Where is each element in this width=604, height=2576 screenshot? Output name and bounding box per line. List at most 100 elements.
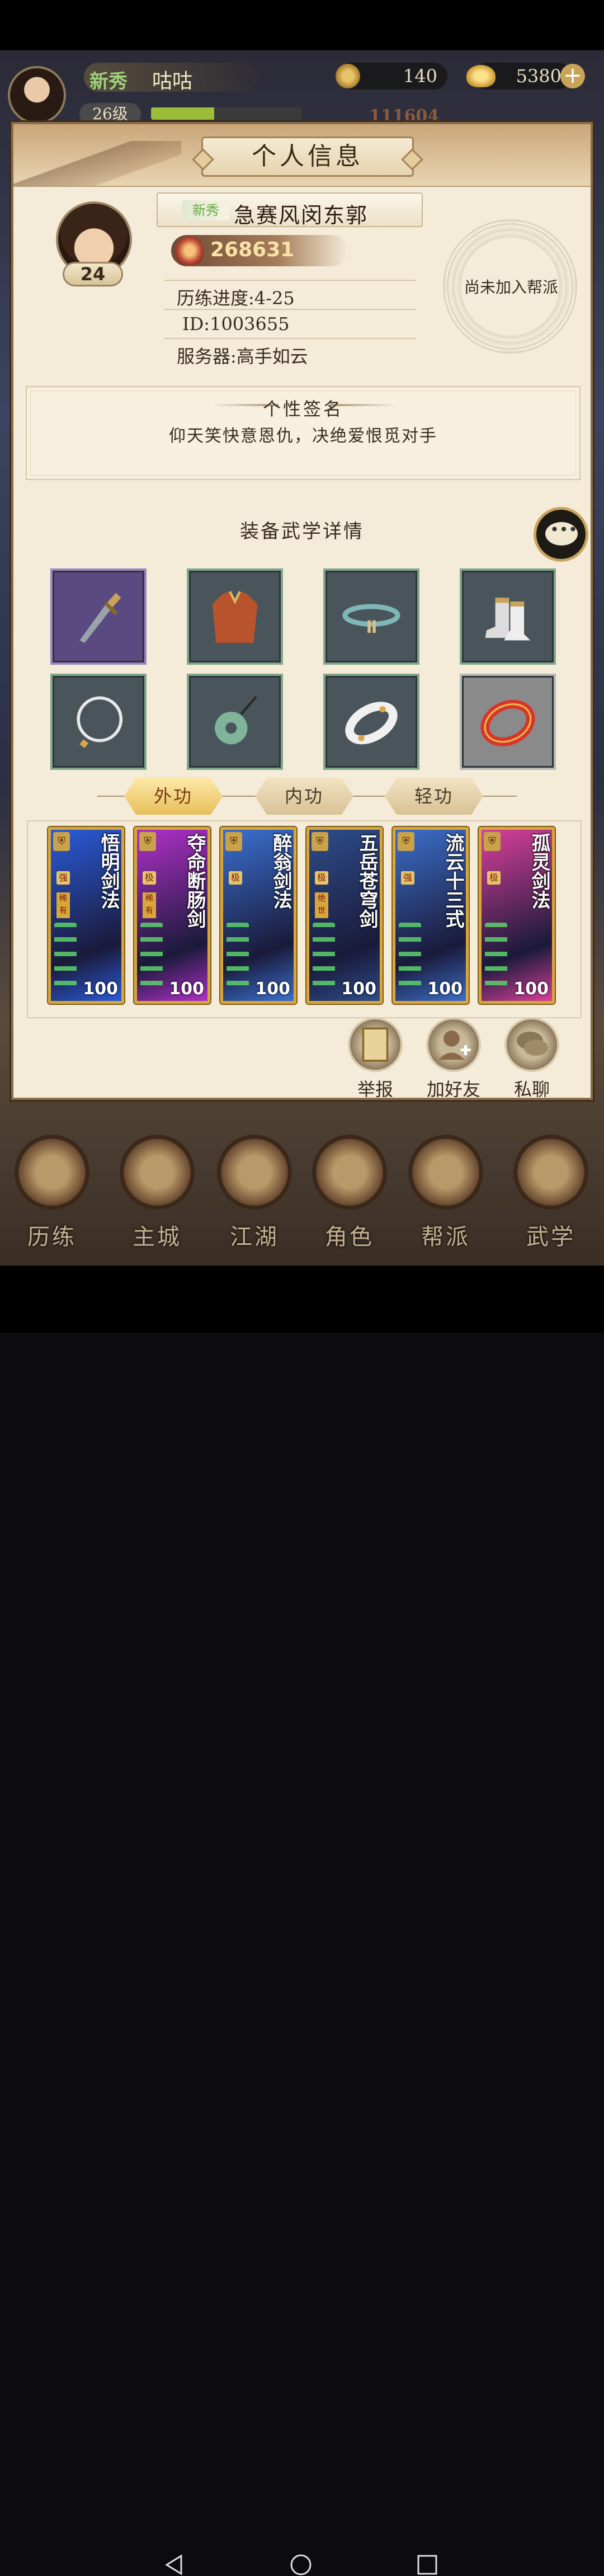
- equip-slot-boots[interactable]: [460, 568, 556, 665]
- tab-outer-skill[interactable]: 外功: [124, 778, 223, 815]
- skill-card[interactable]: ⛨ 悟明剑法强稀有 100: [48, 827, 124, 1004]
- signature-text: 仰天笑快意恩仇，决绝爱恨觅对手: [169, 426, 437, 446]
- nav-guild[interactable]: 帮派: [398, 1135, 493, 1250]
- mountain-decoration: [13, 141, 181, 186]
- private-chat-button[interactable]: [504, 1017, 559, 1072]
- nav-martial-arts[interactable]: 武学: [503, 1135, 598, 1250]
- guild-status: 尚未加入帮派: [464, 278, 558, 297]
- combat-power-value: 268631: [210, 238, 295, 261]
- back-icon[interactable]: [163, 2554, 186, 2576]
- skill-card[interactable]: ⛨ 醉翁剑法极 100: [220, 827, 296, 1004]
- skill-emblem-icon: ⛨: [139, 832, 156, 851]
- skill-grade: 极: [229, 871, 242, 885]
- red-ring-icon: [480, 699, 535, 746]
- sword-fish-icon: [217, 1135, 292, 1210]
- divider: [164, 309, 416, 310]
- skill-emblem-icon: ⛨: [225, 832, 242, 851]
- player-avatar[interactable]: [8, 66, 66, 124]
- skill-grade: 强: [56, 871, 70, 885]
- nav-training[interactable]: 历练: [4, 1135, 100, 1250]
- recents-icon[interactable]: [416, 2554, 438, 2576]
- skill-name: 五岳苍穹剑: [356, 833, 378, 928]
- skill-name: 流云十三式: [442, 833, 464, 928]
- skill-rarity-tag: 绝世: [315, 892, 328, 918]
- equip-slot-pendant[interactable]: [187, 674, 283, 770]
- signature-title: 个性签名: [262, 398, 343, 420]
- rank-badge: 新秀: [182, 200, 229, 220]
- city-gate-icon: [120, 1135, 195, 1210]
- dagger-icon: [79, 593, 121, 643]
- skill-grade: 极: [487, 871, 501, 885]
- tab-movement-skill[interactable]: 轻功: [385, 778, 483, 815]
- character-icon: [312, 1135, 387, 1210]
- panel-title: 个人信息: [201, 137, 414, 177]
- nav-label: 历练: [27, 1224, 77, 1250]
- equip-slot-bracelet[interactable]: [323, 674, 419, 770]
- report-button[interactable]: [348, 1017, 403, 1072]
- equip-slot-armor[interactable]: [187, 568, 283, 665]
- nav-jianghu[interactable]: 江湖: [207, 1135, 302, 1250]
- combat-power: 268631: [171, 235, 348, 266]
- panel-header: 个人信息: [13, 124, 591, 187]
- tab-inner-skill[interactable]: 内功: [255, 778, 353, 815]
- coin-value: 140: [403, 65, 437, 87]
- skill-level: 100: [427, 979, 463, 999]
- skill-card[interactable]: ⛨ 流云十三式 强 100: [393, 827, 469, 1004]
- skill-emblem-icon: ⛨: [312, 832, 328, 851]
- home-icon[interactable]: [290, 2554, 312, 2576]
- status-bar: [0, 0, 604, 50]
- power-icon: [176, 236, 204, 265]
- skill-emblem-icon: ⛨: [53, 832, 70, 851]
- skill-card[interactable]: ⛨ 夺命断肠剑 极稀有 100: [134, 827, 210, 1004]
- skill-grade: 极: [315, 871, 328, 885]
- signature-box: 个性签名 仰天笑快意恩仇，决绝爱恨觅对手: [26, 386, 581, 480]
- belt-icon: [342, 604, 400, 633]
- skill-emblem-icon: ⛨: [398, 832, 414, 851]
- guild-icon: [408, 1135, 483, 1210]
- divider: [164, 338, 416, 339]
- equip-slot-belt[interactable]: [323, 568, 419, 665]
- nav-label: 角色: [325, 1224, 374, 1250]
- nav-label: 帮派: [421, 1224, 470, 1250]
- player-name: 咕咕: [152, 70, 193, 93]
- skill-level: 100: [83, 979, 118, 999]
- equip-slot-ring[interactable]: [460, 674, 556, 770]
- plus-icon[interactable]: +: [560, 64, 585, 88]
- skill-card[interactable]: ⛨ 五岳苍穹剑 极绝世 100: [306, 827, 383, 1004]
- nav-main-city[interactable]: 主城: [110, 1135, 205, 1250]
- skill-level: 100: [513, 979, 549, 999]
- bracelet-icon: [345, 702, 398, 745]
- system-nav-bar: [0, 1266, 604, 2575]
- skill-progress-pips: [485, 923, 507, 995]
- coin-counter[interactable]: 140: [336, 63, 447, 90]
- nav-label: 江湖: [230, 1224, 279, 1250]
- exp-bar: [151, 107, 302, 120]
- report-book-icon: [362, 1027, 389, 1062]
- server-text: 服务器:高手如云: [177, 346, 308, 367]
- skill-level: 100: [341, 979, 376, 999]
- scroll-icon: [513, 1135, 588, 1210]
- exp-fill: [151, 107, 215, 120]
- gold-value: 5380: [516, 65, 561, 87]
- skill-name: 悟明剑法: [97, 833, 120, 909]
- skill-emblem-icon: ⛨: [484, 832, 501, 851]
- skill-name: 夺命断肠剑: [183, 833, 206, 928]
- add-friend-button[interactable]: [426, 1017, 481, 1072]
- equip-slot-necklace[interactable]: [50, 674, 147, 770]
- skill-progress-pips: [140, 923, 163, 995]
- skill-name: 孤灵剑法: [528, 833, 550, 909]
- character-name: 急赛风闵东郭: [234, 203, 369, 228]
- skill-rarity-tag: 稀有: [56, 892, 70, 918]
- skill-card[interactable]: ⛨ 孤灵剑法极 100: [479, 827, 555, 1004]
- skill-progress-pips: [54, 923, 77, 995]
- equip-slot-weapon[interactable]: [50, 568, 147, 665]
- gold-counter[interactable]: 5380: [466, 63, 572, 90]
- skill-progress-pips: [399, 923, 421, 995]
- necklace-icon: [77, 696, 123, 749]
- nav-character[interactable]: 角色: [302, 1135, 397, 1250]
- skill-rarity-tag: 稀有: [143, 892, 156, 918]
- training-icon: [15, 1135, 89, 1210]
- chat-dots-icon: •••: [550, 520, 578, 539]
- private-chat-label: 私聊: [513, 1079, 550, 1100]
- report-label: 举报: [357, 1079, 393, 1100]
